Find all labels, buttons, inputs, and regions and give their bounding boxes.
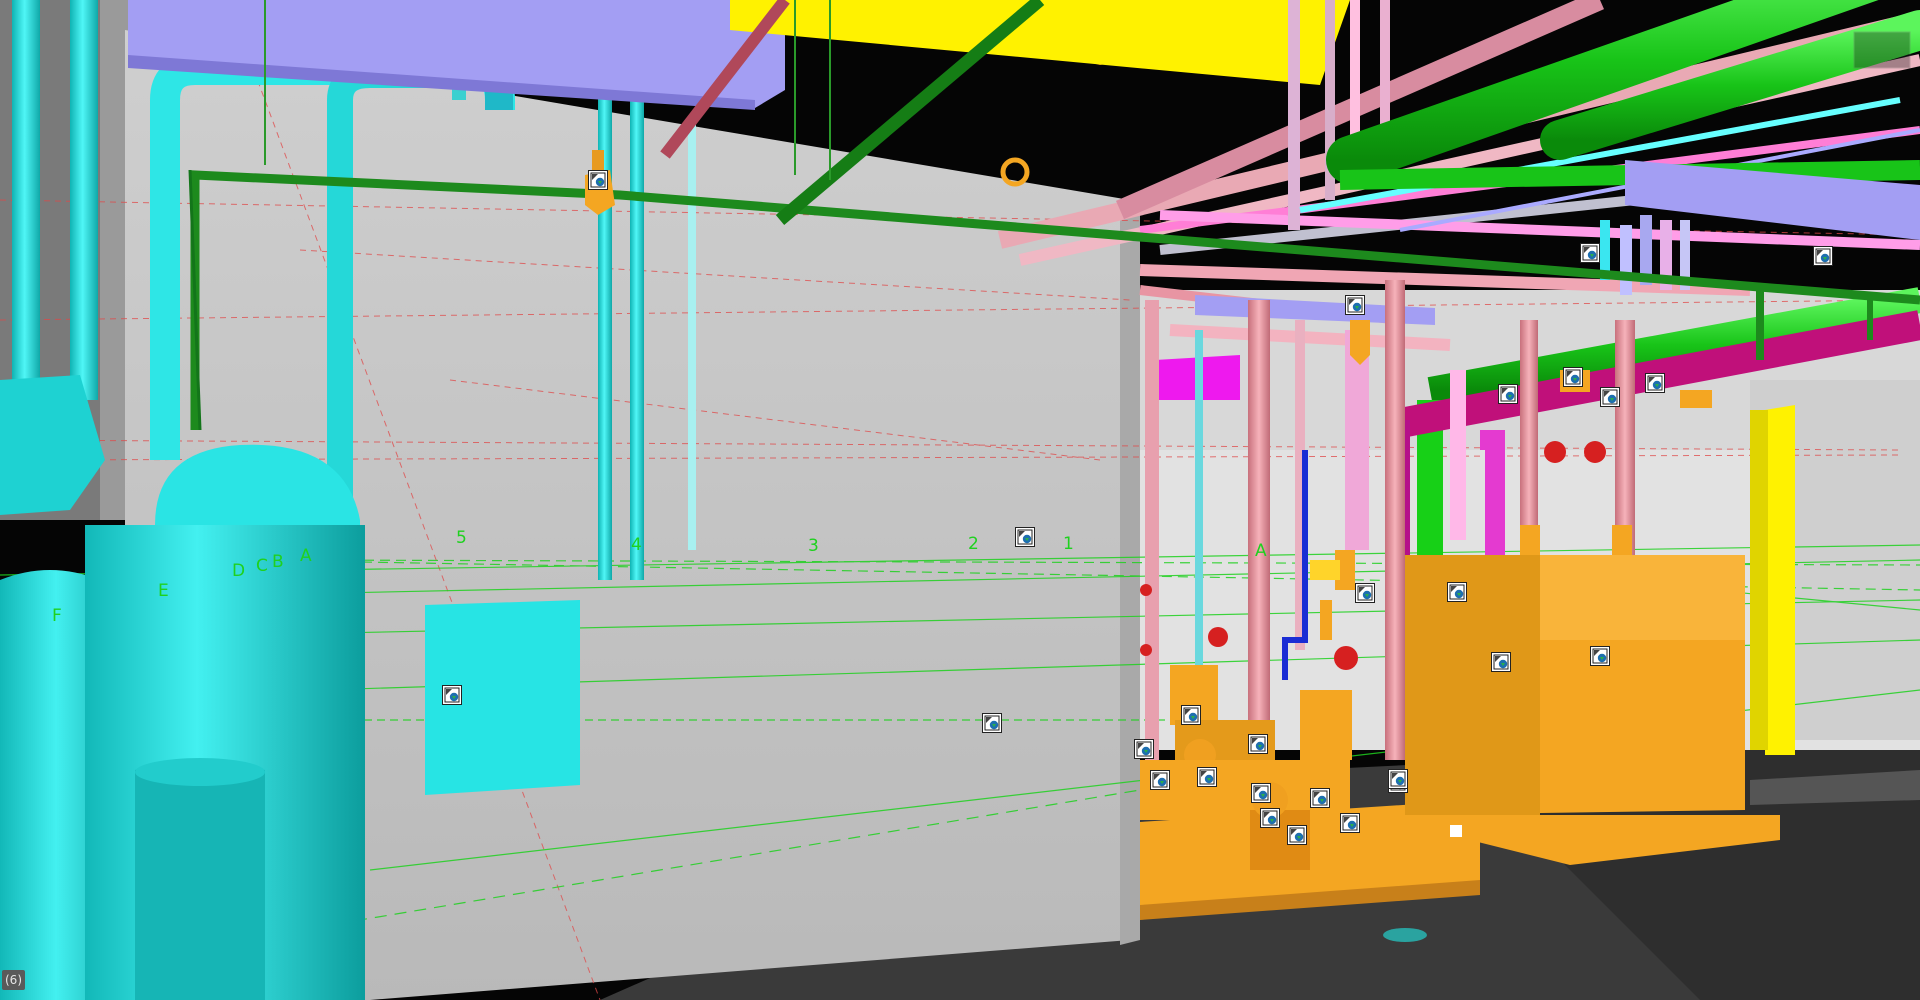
- grid-label-f: F: [52, 606, 62, 626]
- element-tag-marker[interactable]: [1580, 243, 1600, 263]
- grid-label-a-left: A: [300, 546, 312, 566]
- grid-label-e: E: [158, 581, 169, 601]
- model-element-tag-icon: [1582, 245, 1598, 261]
- grid-label-a-right: A: [1255, 541, 1267, 561]
- element-tag-marker[interactable]: [1310, 788, 1330, 808]
- model-element-tag-icon: [1017, 529, 1033, 545]
- tank-inner: [135, 760, 265, 1000]
- model-element-tag-icon: [1647, 375, 1663, 391]
- grid-label-5: 5: [456, 528, 467, 548]
- element-tag-marker[interactable]: [1447, 582, 1467, 602]
- cyan-pipe-left-2: [70, 0, 98, 400]
- view-count-badge[interactable]: (6): [2, 970, 25, 990]
- model-element-tag-icon: [1250, 736, 1266, 752]
- element-tag-marker[interactable]: [1813, 246, 1833, 266]
- element-tag-marker[interactable]: [1260, 808, 1280, 828]
- element-tag-marker[interactable]: [1015, 527, 1035, 547]
- tank-top: [135, 758, 265, 786]
- element-tag-marker[interactable]: [1491, 652, 1511, 672]
- wall-edge: [1120, 200, 1140, 945]
- model-element-tag-icon: [1347, 297, 1363, 313]
- element-tag-marker[interactable]: [1251, 783, 1271, 803]
- element-tag-marker[interactable]: [1134, 739, 1154, 759]
- cyan-pipe-left-1: [12, 0, 40, 390]
- element-tag-marker[interactable]: [1645, 373, 1665, 393]
- element-tag-marker[interactable]: [1340, 813, 1360, 833]
- model-element-tag-icon: [1262, 810, 1278, 826]
- grid-label-1: 1: [1063, 534, 1074, 554]
- grid-label-d: D: [232, 561, 246, 581]
- floor-drain: [1383, 928, 1427, 942]
- element-tag-marker[interactable]: [1600, 387, 1620, 407]
- model-element-tag-icon: [1357, 585, 1373, 601]
- model-element-tag-icon: [1199, 769, 1215, 785]
- element-tag-marker[interactable]: [1197, 767, 1217, 787]
- element-tag-marker[interactable]: [1287, 825, 1307, 845]
- steel-column: [1765, 405, 1795, 755]
- viewcube-corner[interactable]: [1852, 30, 1912, 70]
- cyan-riser-2: [630, 95, 644, 580]
- model-element-tag-icon: [1815, 248, 1831, 264]
- element-tag-marker[interactable]: [588, 170, 608, 190]
- model-element-tag-icon: [1449, 584, 1465, 600]
- cyan-riser-3: [688, 120, 696, 550]
- model-element-tag-icon: [1500, 386, 1516, 402]
- floor-tag: [1450, 825, 1462, 837]
- model-element-tag-icon: [1253, 785, 1269, 801]
- model-element-tag-icon: [1289, 827, 1305, 843]
- model-element-tag-icon: [1183, 707, 1199, 723]
- element-tag-marker[interactable]: [982, 713, 1002, 733]
- 3d-model-viewport[interactable]: 5 4 3 2 1 A D C B A E F (6): [0, 0, 1920, 1000]
- element-tag-marker[interactable]: [1563, 367, 1583, 387]
- model-element-tag-icon: [444, 687, 460, 703]
- model-element-tag-icon: [1592, 648, 1608, 664]
- element-tag-marker[interactable]: [1388, 769, 1408, 789]
- element-tag-marker[interactable]: [1590, 646, 1610, 666]
- grid-label-c: C: [256, 556, 268, 576]
- steel-column-side: [1750, 410, 1768, 750]
- grid-label-4: 4: [631, 535, 642, 555]
- model-element-tag-icon: [1342, 815, 1358, 831]
- grid-label-b: B: [272, 552, 284, 572]
- element-tag-marker[interactable]: [442, 685, 462, 705]
- element-tag-marker[interactable]: [1345, 295, 1365, 315]
- model-element-tag-icon: [1390, 771, 1406, 787]
- element-tag-marker[interactable]: [1355, 583, 1375, 603]
- model-element-tag-icon: [1565, 369, 1581, 385]
- model-element-tag-icon: [984, 715, 1000, 731]
- model-element-tag-icon: [1312, 790, 1328, 806]
- element-tag-marker[interactable]: [1181, 705, 1201, 725]
- mep-model-scene[interactable]: [0, 0, 1920, 1000]
- element-tag-marker[interactable]: [1150, 770, 1170, 790]
- model-element-tag-icon: [1152, 772, 1168, 788]
- element-tag-marker[interactable]: [1498, 384, 1518, 404]
- grid-label-3: 3: [808, 536, 819, 556]
- grid-label-2: 2: [968, 534, 979, 554]
- model-element-tag-icon: [590, 172, 606, 188]
- model-element-tag-icon: [1602, 389, 1618, 405]
- model-element-tag-icon: [1136, 741, 1152, 757]
- element-tag-marker[interactable]: [1248, 734, 1268, 754]
- model-element-tag-icon: [1493, 654, 1509, 670]
